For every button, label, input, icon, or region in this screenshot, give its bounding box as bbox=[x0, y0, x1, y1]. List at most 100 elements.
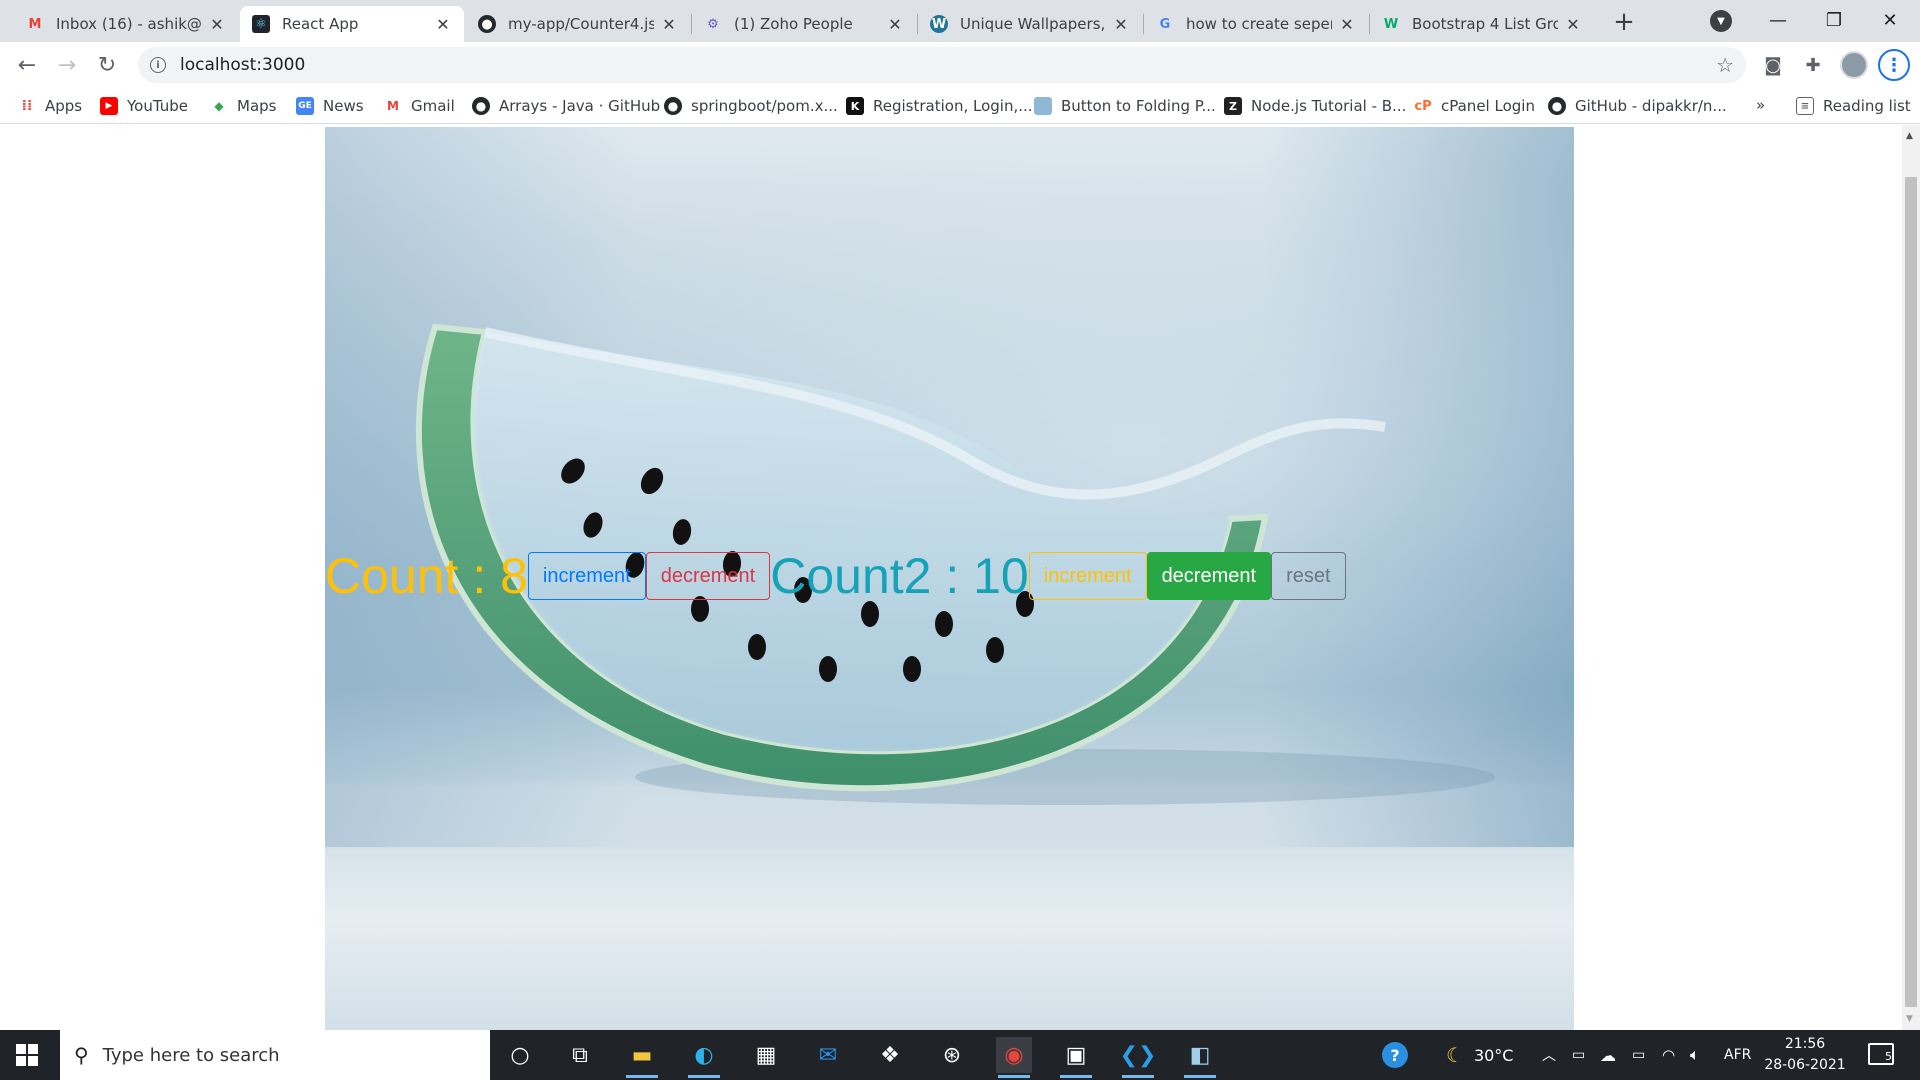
notification-center-icon[interactable]: 5 bbox=[1868, 1043, 1894, 1065]
close-icon[interactable]: ✕ bbox=[1112, 15, 1130, 34]
tab-search-icon[interactable]: ▼ bbox=[1710, 10, 1732, 32]
close-icon[interactable]: ✕ bbox=[208, 15, 226, 34]
battery-icon[interactable]: ▭ bbox=[1632, 1030, 1645, 1080]
close-icon[interactable]: ✕ bbox=[1564, 15, 1582, 34]
taskbar-clock[interactable]: 21:56 28-06-2021 bbox=[1760, 1034, 1850, 1076]
tab-strip: M Inbox (16) - ashik@ha ✕ ⚛ React App ✕ … bbox=[0, 0, 1920, 42]
bookmark-label: Button to Folding P... bbox=[1061, 97, 1216, 115]
store-icon[interactable]: ▦ bbox=[748, 1037, 784, 1073]
profile-avatar[interactable] bbox=[1840, 51, 1868, 79]
wordpress-icon: W bbox=[930, 15, 948, 33]
reading-list-button[interactable]: ≡ Reading list bbox=[1796, 96, 1911, 116]
windows-start-icon[interactable] bbox=[16, 1044, 38, 1066]
bookmark-registration[interactable]: K Registration, Login,... bbox=[846, 96, 1033, 116]
bookmark-folding-button[interactable]: Button to Folding P... bbox=[1034, 96, 1216, 116]
tab-gmail[interactable]: M Inbox (16) - ashik@ha ✕ bbox=[14, 6, 238, 42]
scroll-down-arrow-icon[interactable]: ▼ bbox=[1906, 1014, 1913, 1024]
camera-icon[interactable]: ◙ bbox=[1760, 52, 1786, 78]
chrome-icon[interactable]: ◉ bbox=[996, 1037, 1032, 1078]
page-scrollbar[interactable]: ▲ ▼ bbox=[1902, 125, 1920, 1030]
gmail-icon: M bbox=[28, 16, 42, 32]
reload-icon[interactable]: ↻ bbox=[92, 50, 122, 80]
close-icon[interactable]: ✕ bbox=[660, 15, 678, 34]
scrollbar-thumb[interactable] bbox=[1905, 177, 1917, 1007]
restore-button[interactable]: ❐ bbox=[1806, 0, 1862, 40]
tab-zoho-people[interactable]: ⚙ (1) Zoho People ✕ bbox=[692, 6, 916, 42]
bookmark-maps[interactable]: ◆ Maps bbox=[210, 96, 276, 116]
moon-icon: ☾ bbox=[1446, 1043, 1464, 1067]
tab-title: Bootstrap 4 List Grou bbox=[1412, 15, 1558, 33]
vscode-icon[interactable]: ❮❯ bbox=[1120, 1037, 1156, 1078]
tab-bootstrap-list[interactable]: W Bootstrap 4 List Grou ✕ bbox=[1370, 6, 1594, 42]
app-circle-icon[interactable]: ⊛ bbox=[934, 1037, 970, 1073]
close-window-button[interactable]: ✕ bbox=[1862, 0, 1918, 40]
tab-title: Unique Wallpapers, C bbox=[960, 15, 1106, 33]
weather-widget[interactable]: ☾ 30°C bbox=[1446, 1030, 1513, 1080]
dropbox-icon[interactable]: ❖ bbox=[872, 1037, 908, 1073]
zoho-icon: ⚙ bbox=[707, 16, 719, 32]
tab-github-counter[interactable]: ● my-app/Counter4.js a ✕ bbox=[466, 6, 690, 42]
file-explorer-icon[interactable]: ▬ bbox=[624, 1037, 660, 1078]
meet-now-icon[interactable]: ▭ bbox=[1572, 1030, 1585, 1080]
bookmark-label: springboot/pom.x... bbox=[691, 97, 838, 115]
bookmark-arrays-java[interactable]: ● Arrays - Java · GitHub bbox=[472, 96, 660, 116]
google-icon: G bbox=[1159, 16, 1171, 32]
minimize-button[interactable]: — bbox=[1750, 0, 1806, 40]
tab-react-app[interactable]: ⚛ React App ✕ bbox=[240, 6, 464, 42]
bookmark-news[interactable]: GE News bbox=[296, 96, 364, 116]
bookmark-star-icon[interactable]: ☆ bbox=[1716, 53, 1734, 77]
bookmark-label: YouTube bbox=[127, 97, 188, 115]
tab-google-search[interactable]: G how to create seperat ✕ bbox=[1144, 6, 1368, 42]
watermelon-illustration bbox=[415, 323, 1495, 805]
bookmark-cpanel[interactable]: cP cPanel Login bbox=[1414, 96, 1535, 116]
new-tab-button[interactable]: + bbox=[1610, 7, 1638, 37]
github-icon: ● bbox=[1548, 97, 1566, 115]
bookmark-label: GitHub - dipakkr/n... bbox=[1575, 97, 1727, 115]
github-icon: ● bbox=[478, 15, 496, 33]
bookmark-github-dipakkr[interactable]: ● GitHub - dipakkr/n... bbox=[1548, 96, 1727, 116]
tray-overflow-icon[interactable]: ︿ bbox=[1542, 1030, 1556, 1080]
mail-icon[interactable]: ✉ bbox=[810, 1037, 846, 1073]
input-language[interactable]: AFR bbox=[1724, 1030, 1751, 1080]
photos-icon[interactable]: ▣ bbox=[1058, 1037, 1094, 1078]
browser-toolbar: ← → ↻ i localhost:3000 ☆ ◙ ✚ ⋮ bbox=[0, 42, 1920, 88]
tab-wallpapers[interactable]: W Unique Wallpapers, C ✕ bbox=[918, 6, 1142, 42]
notepad-icon[interactable]: ◧ bbox=[1182, 1037, 1218, 1078]
scroll-up-arrow-icon[interactable]: ▲ bbox=[1906, 131, 1913, 141]
chrome-menu-icon[interactable]: ⋮ bbox=[1878, 49, 1910, 81]
cortana-icon[interactable]: ○ bbox=[502, 1037, 538, 1073]
help-icon[interactable]: ? bbox=[1382, 1030, 1408, 1080]
edge-icon[interactable]: ◐ bbox=[686, 1037, 722, 1078]
address-url[interactable]: localhost:3000 bbox=[180, 55, 305, 75]
forward-arrow-icon[interactable]: → bbox=[52, 50, 82, 80]
close-icon[interactable]: ✕ bbox=[434, 15, 452, 34]
bookmark-apps[interactable]: ⁞⁞ Apps bbox=[18, 96, 82, 116]
bookmark-nodejs[interactable]: Z Node.js Tutorial - B... bbox=[1224, 96, 1406, 116]
back-arrow-icon[interactable]: ← bbox=[12, 50, 42, 80]
bookmark-label: Apps bbox=[45, 97, 83, 115]
bookmark-label: Maps bbox=[237, 97, 277, 115]
news-icon: GE bbox=[296, 97, 314, 115]
volume-icon[interactable]: 🔈︎ bbox=[1690, 1030, 1700, 1080]
bookmark-youtube[interactable]: ▶ YouTube bbox=[100, 96, 188, 116]
address-bar[interactable]: i localhost:3000 ☆ bbox=[138, 47, 1746, 83]
onedrive-icon[interactable]: ☁ bbox=[1600, 1030, 1616, 1080]
count2-increment-button[interactable]: increment bbox=[1028, 552, 1147, 600]
bookmark-label: Arrays - Java · GitHub bbox=[499, 97, 661, 115]
bookmark-gmail[interactable]: M Gmail bbox=[384, 96, 455, 116]
wifi-icon[interactable]: ◠ bbox=[1662, 1030, 1675, 1080]
bookmarks-overflow-button[interactable]: » bbox=[1756, 96, 1765, 114]
count1-decrement-button[interactable]: decrement bbox=[645, 552, 771, 600]
close-icon[interactable]: ✕ bbox=[886, 15, 904, 34]
count1-increment-button[interactable]: increment bbox=[527, 552, 646, 600]
cpanel-icon: cP bbox=[1414, 98, 1432, 114]
maps-icon: ◆ bbox=[214, 99, 224, 113]
reset-button[interactable]: reset bbox=[1271, 552, 1346, 600]
task-view-icon[interactable]: ⧉ bbox=[562, 1037, 598, 1073]
close-icon[interactable]: ✕ bbox=[1338, 15, 1356, 34]
count2-decrement-button[interactable]: decrement bbox=[1146, 552, 1272, 600]
taskbar-search-box[interactable]: ⚲ Type here to search bbox=[60, 1030, 490, 1080]
bookmark-springboot[interactable]: ● springboot/pom.x... bbox=[664, 96, 838, 116]
site-info-icon[interactable]: i bbox=[150, 57, 166, 73]
extensions-puzzle-icon[interactable]: ✚ bbox=[1800, 52, 1826, 78]
